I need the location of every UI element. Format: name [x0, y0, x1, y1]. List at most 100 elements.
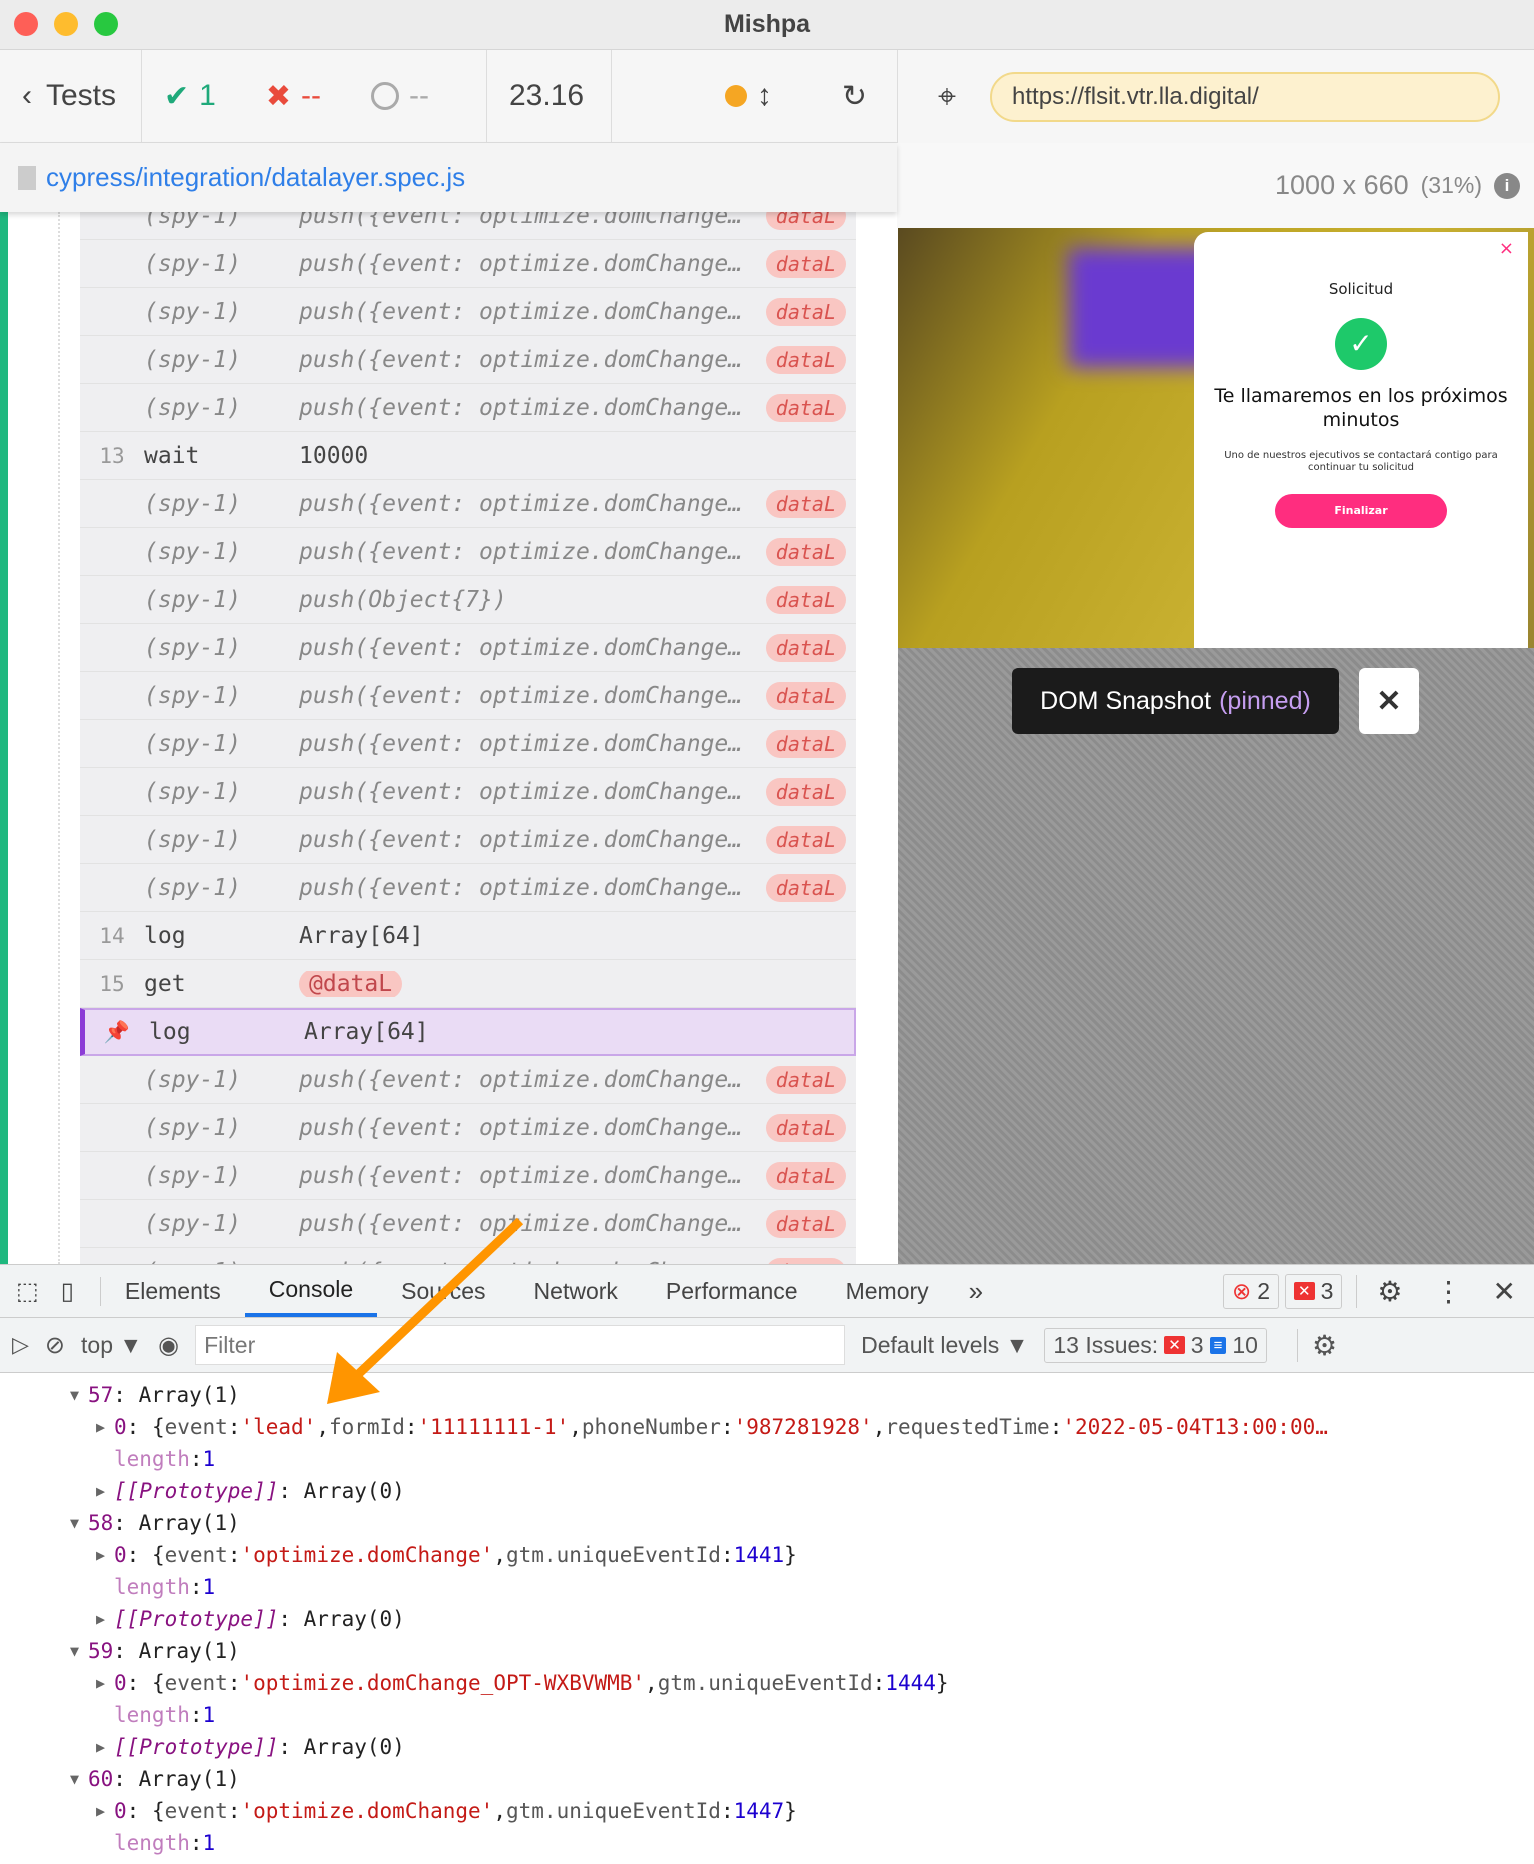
command-row[interactable]: (spy-1)push({event: optimize.domChange..…	[80, 1200, 856, 1248]
alias-reference: @dataL	[299, 970, 403, 997]
command-row[interactable]: (spy-1)push({event: optimize.domChange..…	[80, 768, 856, 816]
command-message: push({event: optimize.domChange...	[299, 826, 766, 853]
console-line[interactable]: ▼ 58: Array(1)	[0, 1507, 1534, 1539]
command-row[interactable]: (spy-1)push({event: optimize.domChange..…	[80, 1104, 856, 1152]
command-name: (spy-1)	[144, 346, 241, 373]
command-row[interactable]: (spy-1)push({event: optimize.domChange..…	[80, 864, 856, 912]
kebab-menu-icon[interactable]: ⋮	[1423, 1275, 1475, 1308]
command-row[interactable]: (spy-1)push({event: optimize.domChange..…	[80, 528, 856, 576]
device-toolbar-icon[interactable]: ▯	[53, 1276, 101, 1306]
command-row[interactable]: (spy-1)push({event: optimize.domChange..…	[80, 720, 856, 768]
command-row[interactable]: (spy-1)push({event: optimize.domChange..…	[80, 288, 856, 336]
collapsed-triangle-icon[interactable]: ▶	[96, 1674, 114, 1692]
url-bar[interactable]: https://flsit.vtr.lla.digital/	[990, 71, 1501, 122]
console-line[interactable]: ▶ [[Prototype]]: Array(0)	[0, 1731, 1534, 1763]
console-line[interactable]: ▼ 57: Array(1)	[0, 1379, 1534, 1411]
console-token: length	[114, 1831, 190, 1855]
console-line[interactable]: ▶ 0: {event: 'optimize.domChange', gtm.un…	[0, 1795, 1534, 1827]
collapsed-triangle-icon[interactable]: ▶	[96, 1418, 114, 1436]
info-icon[interactable]: i	[1494, 172, 1520, 199]
console-line[interactable]: length: 1	[0, 1827, 1534, 1859]
expanded-triangle-icon[interactable]: ▼	[70, 1514, 88, 1532]
console-token: event	[164, 1543, 228, 1567]
window-titlebar: Mishpa	[0, 0, 1534, 50]
inspect-element-icon[interactable]: ⬚	[0, 1277, 53, 1306]
console-line[interactable]: ▼ 59: Array(1)	[0, 1635, 1534, 1667]
command-row[interactable]: 15 get @dataL	[80, 960, 856, 1008]
console-token: [[Prototype]]	[114, 1735, 279, 1759]
console-settings-gear-icon[interactable]: ⚙	[1296, 1328, 1337, 1362]
sidebar-toggle-icon[interactable]: ▷	[12, 1332, 29, 1358]
spec-file-link[interactable]: cypress/integration/datalayer.spec.js	[46, 162, 465, 193]
more-tabs-icon[interactable]: »	[953, 1276, 999, 1307]
collapsed-triangle-icon[interactable]: ▶	[96, 1610, 114, 1628]
alias-badge: dataL	[765, 1113, 846, 1142]
tab-console[interactable]: Console	[244, 1265, 378, 1317]
reporter-toolbar: ‹ Tests ✔ 1 ✖ -- -- 23.16 ↕ ↻	[0, 50, 897, 143]
console-line[interactable]: ▼ 60: Array(1)	[0, 1763, 1534, 1795]
command-row[interactable]: 14 log Array[64]	[80, 912, 856, 960]
console-token: : Array(0)	[278, 1735, 405, 1759]
log-levels-dropdown[interactable]: Default levels ▼	[861, 1332, 1028, 1359]
reload-icon[interactable]: ↻	[842, 79, 867, 114]
alias-badge: dataL	[765, 1161, 846, 1190]
context-selector[interactable]: top ▼	[81, 1332, 142, 1359]
command-row[interactable]: (spy-1)push({event: optimize.domChange..…	[80, 480, 856, 528]
console-token: : {	[126, 1543, 165, 1567]
console-line[interactable]: ▶ 0: {event: 'optimize.domChange', gtm.un…	[0, 1539, 1534, 1571]
console-filter-bar: ▷ ⊘ top ▼ ◉ Filter Default levels ▼ 13 I…	[0, 1318, 1534, 1373]
command-row[interactable]: (spy-1)push({event: optimize.domChange..…	[80, 816, 856, 864]
finalizar-button[interactable]: Finalizar	[1275, 494, 1447, 528]
unpin-snapshot-close-button[interactable]: ✕	[1359, 668, 1419, 734]
command-row[interactable]: (spy-1)push({event: optimize.domChange..…	[80, 1152, 856, 1200]
clear-console-icon[interactable]: ⊘	[45, 1331, 65, 1360]
console-line[interactable]: ▶ 0: {event: 'lead', formId: '11111111-1'…	[0, 1411, 1534, 1443]
console-token: gtm.uniqueEventId	[657, 1671, 873, 1695]
command-row[interactable]: (spy-1)push({event: optimize.domChange..…	[80, 1248, 856, 1264]
modal-close-icon[interactable]: ×	[1499, 238, 1514, 259]
collapsed-triangle-icon[interactable]: ▶	[96, 1546, 114, 1564]
collapsed-triangle-icon[interactable]: ▶	[96, 1802, 114, 1820]
passed-count: 1	[199, 79, 216, 112]
live-expression-eye-icon[interactable]: ◉	[158, 1331, 179, 1360]
back-to-tests-button[interactable]: ‹ Tests	[0, 50, 142, 142]
devtools-tabbar: ⬚ ▯ Elements Console Sources Network Perform…	[0, 1264, 1534, 1318]
issues-button[interactable]: 13 Issues: ✕ 3 ≡ 10	[1044, 1327, 1267, 1363]
expanded-triangle-icon[interactable]: ▼	[70, 1770, 88, 1788]
console-filter-input[interactable]: Filter	[195, 1325, 846, 1365]
tab-performance[interactable]: Performance	[642, 1265, 822, 1317]
tab-memory[interactable]: Memory	[822, 1265, 953, 1317]
warning-count-badge[interactable]: ✕ 3	[1285, 1273, 1343, 1309]
command-row[interactable]: (spy-1)push({event: optimize.domChange..…	[80, 1056, 856, 1104]
auto-scroll-toggle-icon[interactable]: ↕	[757, 79, 772, 113]
console-line[interactable]: ▶ [[Prototype]]: Array(0)	[0, 1603, 1534, 1635]
command-row[interactable]: 📌 log Array[64]	[80, 1008, 856, 1056]
settings-gear-icon[interactable]: ⚙	[1356, 1274, 1422, 1308]
command-row[interactable]: 13 wait 10000	[80, 432, 856, 480]
command-row[interactable]: (spy-1)push({event: optimize.domChange..…	[80, 672, 856, 720]
expanded-triangle-icon[interactable]: ▼	[70, 1386, 88, 1404]
command-row[interactable]: (spy-1) push(Object{7}) dataL	[80, 576, 856, 624]
console-line[interactable]: length: 1	[0, 1443, 1534, 1475]
close-devtools-icon[interactable]: ✕	[1475, 1275, 1534, 1308]
tab-elements[interactable]: Elements	[101, 1265, 245, 1317]
console-line[interactable]: ▶ 0: {event: 'optimize.domChange_OPT-WXBV…	[0, 1667, 1534, 1699]
collapsed-triangle-icon[interactable]: ▶	[96, 1482, 114, 1500]
console-line[interactable]: ▶ [[Prototype]]: Array(0)	[0, 1475, 1534, 1507]
alias-badge: dataL	[765, 729, 846, 758]
command-row[interactable]: (spy-1)push({event: optimize.domChange..…	[80, 336, 856, 384]
console-token: gtm.uniqueEventId	[506, 1799, 721, 1823]
tab-network[interactable]: Network	[510, 1265, 642, 1317]
tab-sources[interactable]: Sources	[377, 1265, 509, 1317]
command-row[interactable]: (spy-1)push({event: optimize.domChange..…	[80, 624, 856, 672]
command-row[interactable]: (spy-1)push({event: optimize.domChange..…	[80, 384, 856, 432]
viewport-info: 1000 x 660 (31%) i	[897, 143, 1534, 228]
console-line[interactable]: length: 1	[0, 1699, 1534, 1731]
command-row[interactable]: (spy-1)push({event: optimize.domChange..…	[80, 240, 856, 288]
console-line[interactable]: length: 1	[0, 1571, 1534, 1603]
error-count-badge[interactable]: ⊗ 2	[1222, 1273, 1280, 1309]
collapsed-triangle-icon[interactable]: ▶	[96, 1738, 114, 1756]
expanded-triangle-icon[interactable]: ▼	[70, 1642, 88, 1660]
selector-playground-crosshair-icon[interactable]: ⌖	[938, 78, 956, 116]
command-row[interactable]: (spy-1)push({event: optimize.domChange..…	[80, 212, 856, 240]
